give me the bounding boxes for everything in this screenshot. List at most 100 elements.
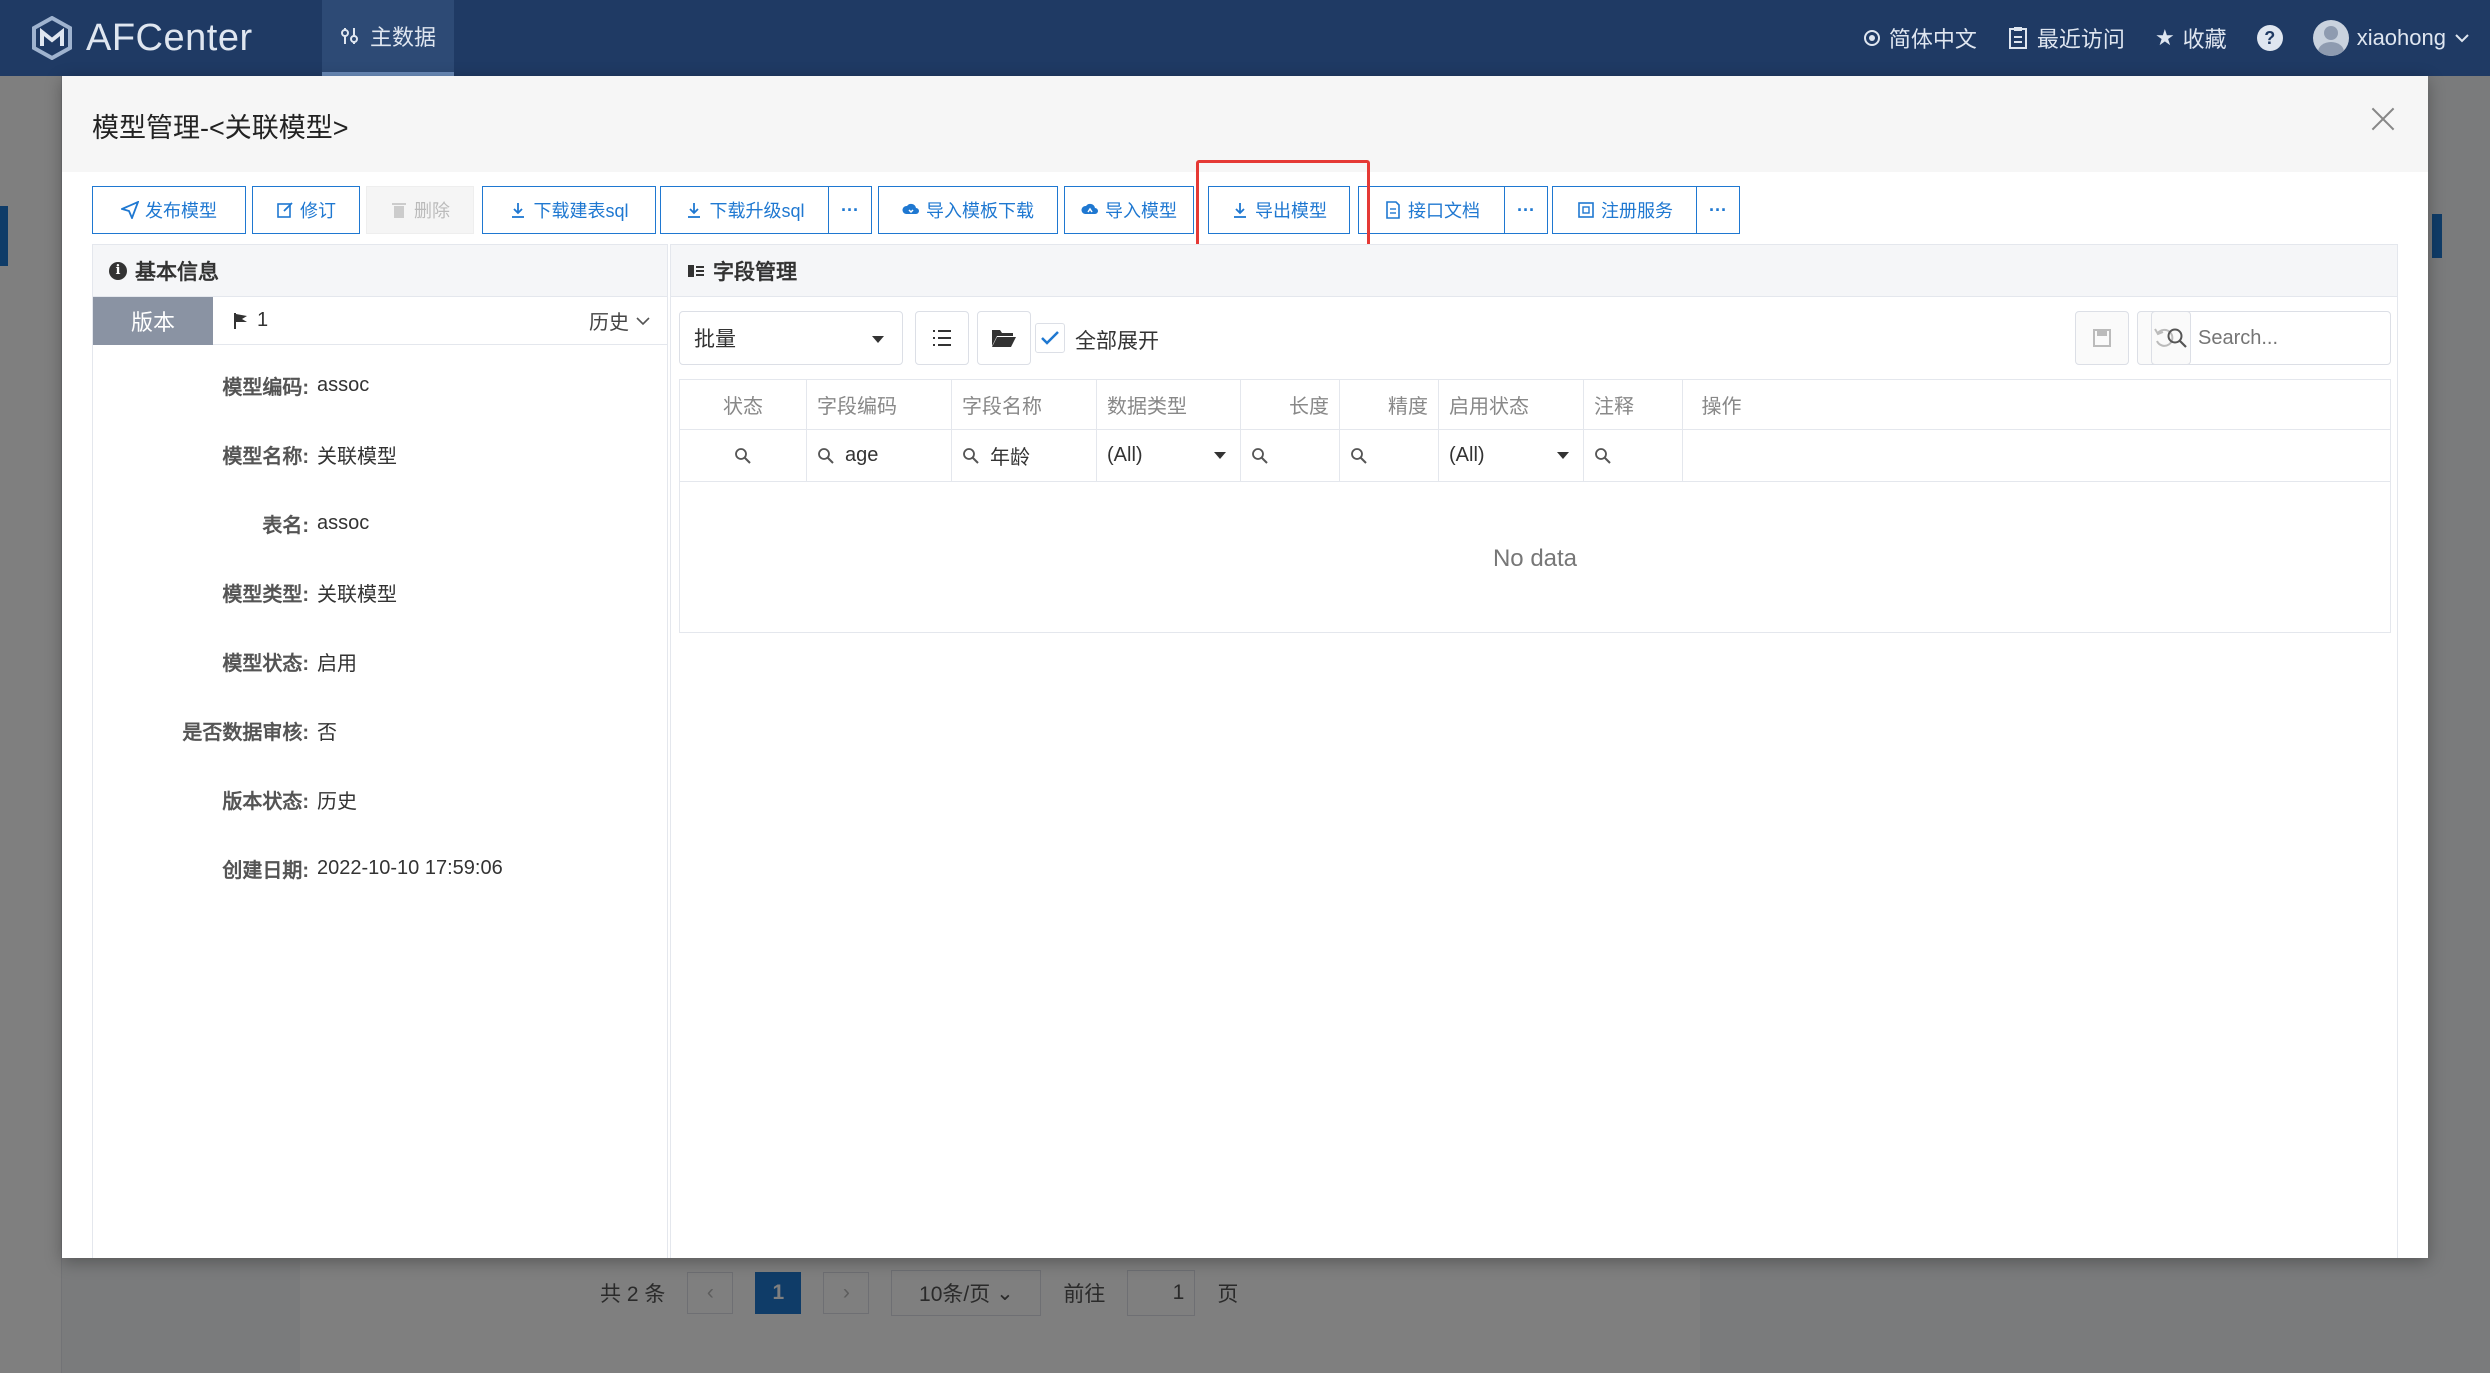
chevron-down-icon: [636, 316, 650, 325]
service-more-button[interactable]: ···: [1696, 186, 1740, 234]
sliders-icon: [340, 28, 358, 44]
version-number: 1: [233, 309, 268, 332]
col-header-status[interactable]: 状态: [680, 380, 807, 429]
col-header-precision[interactable]: 精度: [1340, 380, 1439, 429]
search-icon: [1351, 447, 1367, 464]
filter-enable-status[interactable]: (All): [1439, 430, 1584, 481]
delete-button[interactable]: 删除: [366, 186, 474, 234]
download-icon: [1234, 203, 1246, 218]
col-header-comment[interactable]: 注释: [1584, 380, 1683, 429]
top-navbar: AFCenter 主数据 简体中文 最近访问 ★ 收藏 ? xiaohong: [0, 0, 2490, 76]
star-icon: ★: [2154, 25, 2175, 50]
field-search-box: [2151, 311, 2391, 365]
nav-tab-master-data[interactable]: 主数据: [322, 0, 454, 76]
dialog-header: 模型管理-<关联模型>: [62, 76, 2428, 172]
favorites[interactable]: ★ 收藏: [2155, 22, 2227, 54]
fields-icon: [688, 264, 704, 277]
language-label: 简体中文: [1888, 27, 1977, 52]
revise-button[interactable]: 修订: [252, 186, 360, 234]
filter-enable-status-value: (All): [1449, 444, 1485, 466]
globe-icon: [1863, 30, 1880, 46]
export-model-button[interactable]: 导出模型: [1208, 186, 1350, 234]
grid-filter-row: age 年龄 (All) (All): [680, 430, 2390, 482]
dialog-title: 模型管理-<关联模型>: [92, 113, 349, 143]
nav-tab-label: 主数据: [369, 25, 436, 50]
filter-status[interactable]: [680, 430, 807, 481]
cloud-download-icon: [902, 203, 919, 214]
flag-icon: [234, 312, 247, 329]
user-name: xiaohong: [2356, 25, 2446, 50]
recent-label: 最近访问: [2036, 27, 2125, 52]
open-folder-button[interactable]: [977, 311, 1031, 365]
field-management-header: 字段管理: [671, 245, 2397, 297]
save-button[interactable]: [2075, 311, 2129, 365]
field-grid: 状态 字段编码 字段名称 数据类型 长度 精度 启用状态 注释 操作 age 年…: [679, 379, 2391, 633]
caret-down-icon: [872, 336, 884, 343]
filter-length[interactable]: [1241, 430, 1340, 481]
help-icon[interactable]: ?: [2256, 25, 2283, 51]
info-row-data-audit: 是否数据审核: 否: [182, 721, 337, 744]
expand-all-checkbox[interactable]: [1035, 323, 1065, 353]
app-logo[interactable]: AFCenter: [30, 14, 253, 62]
api-doc-button[interactable]: 接口文档: [1358, 186, 1506, 234]
send-icon: [121, 201, 139, 219]
basic-info-panel: i 基本信息 版本 1 历史 模型编码: assoc 模型名称: 关联模型 表名: a…: [92, 244, 668, 1258]
filter-field-code-value: age: [845, 444, 879, 466]
batch-select[interactable]: 批量: [679, 311, 903, 365]
col-header-field-code[interactable]: 字段编码: [807, 380, 952, 429]
col-header-actions: 操作: [1701, 396, 1742, 418]
search-icon: [2167, 328, 2187, 348]
version-tab[interactable]: 版本: [93, 296, 213, 345]
api-more-button[interactable]: ···: [1504, 186, 1548, 234]
check-icon: [1041, 331, 1059, 345]
language-switch[interactable]: 简体中文: [1863, 22, 1977, 54]
filter-actions-empty: [1683, 430, 1760, 481]
model-management-dialog: 模型管理-<关联模型> 发布模型 修订 删除 下载建表sql 下载升级sql ·…: [62, 76, 2428, 1258]
download-icon: [688, 203, 701, 218]
import-template-download-button[interactable]: 导入模板下载: [878, 186, 1058, 234]
info-row-model-type: 模型类型: 关联模型: [222, 583, 397, 606]
search-icon: [735, 447, 751, 464]
filter-data-type[interactable]: (All): [1097, 430, 1241, 481]
close-icon[interactable]: [2368, 104, 2398, 134]
info-row-model-code: 模型编码: assoc: [222, 373, 370, 399]
history-dropdown[interactable]: 历史: [589, 306, 651, 335]
col-header-field-name[interactable]: 字段名称: [952, 380, 1097, 429]
chevron-down-icon: [2455, 34, 2469, 43]
register-service-button[interactable]: 注册服务: [1552, 186, 1698, 234]
download-icon: [512, 203, 525, 218]
field-search-input[interactable]: [2198, 326, 2368, 350]
grid-header-row: 状态 字段编码 字段名称 数据类型 长度 精度 启用状态 注释 操作: [680, 380, 2390, 430]
publish-model-button[interactable]: 发布模型: [92, 186, 246, 234]
sql-more-button[interactable]: ···: [828, 186, 872, 234]
user-menu[interactable]: xiaohong: [2312, 20, 2470, 56]
import-model-button[interactable]: 导入模型: [1064, 186, 1194, 234]
filter-comment[interactable]: [1584, 430, 1683, 481]
edit-icon: [277, 202, 293, 218]
download-create-sql-button[interactable]: 下载建表sql: [482, 186, 656, 234]
recent-visits[interactable]: 最近访问: [2007, 22, 2125, 54]
basic-info-header: i 基本信息: [93, 245, 667, 297]
clipboard-icon: [2008, 27, 2027, 49]
col-header-data-type[interactable]: 数据类型: [1097, 380, 1241, 429]
save-icon: [2093, 329, 2111, 347]
expand-all-label: 全部展开: [1075, 330, 1159, 353]
caret-down-icon: [1214, 452, 1226, 459]
favorites-label: 收藏: [2182, 27, 2227, 52]
search-icon: [818, 447, 834, 464]
search-icon: [1595, 447, 1611, 464]
col-header-enable-status[interactable]: 启用状态: [1439, 380, 1584, 429]
info-row-table-name: 表名: assoc: [262, 511, 370, 537]
filter-precision[interactable]: [1340, 430, 1439, 481]
info-icon: i: [109, 261, 127, 280]
search-icon: [963, 447, 979, 464]
filter-field-name-value: 年龄: [990, 447, 1030, 469]
column-chooser-button[interactable]: [915, 311, 969, 365]
app-name: AFCenter: [86, 16, 253, 59]
download-upgrade-sql-button[interactable]: 下载升级sql: [660, 186, 830, 234]
filter-data-type-value: (All): [1107, 444, 1143, 466]
col-header-length[interactable]: 长度: [1241, 380, 1340, 429]
filter-field-name[interactable]: 年龄: [952, 430, 1097, 481]
info-row-model-name: 模型名称: 关联模型: [222, 445, 397, 468]
filter-field-code[interactable]: age: [807, 430, 952, 481]
